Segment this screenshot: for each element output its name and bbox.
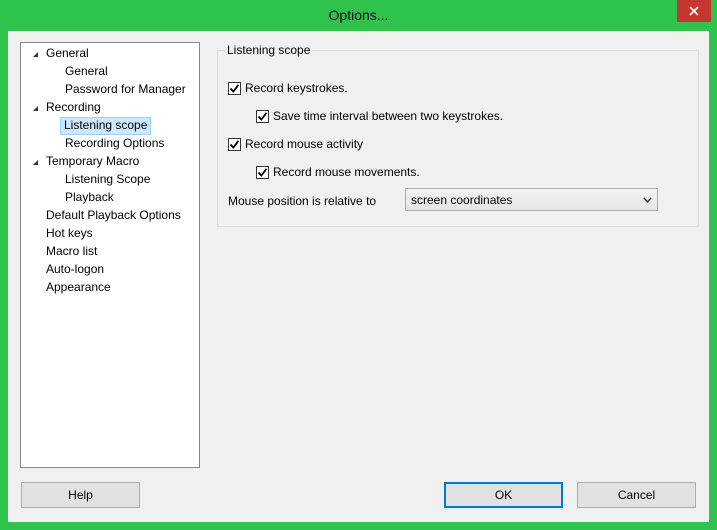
save-time-interval-checkbox[interactable] xyxy=(256,109,269,123)
checkbox-label: Save time interval between two keystroke… xyxy=(273,109,504,123)
checkmark-icon xyxy=(257,111,268,121)
tree-item-auto-logon[interactable]: Auto-logon xyxy=(21,261,199,279)
record-keystrokes-option[interactable]: Record keystrokes. xyxy=(228,80,348,96)
tree-item-temporary-listening-scope[interactable]: Listening Scope xyxy=(21,171,199,189)
window-title: Options... xyxy=(328,7,389,23)
tree-item-password-for-manager[interactable]: Password for Manager xyxy=(21,81,199,99)
tree-item-label: General xyxy=(65,64,108,78)
expanded-triangle-icon[interactable] xyxy=(30,99,40,117)
tree-item-label: Macro list xyxy=(46,244,98,258)
options-tree[interactable]: General General Password for Manager Rec… xyxy=(20,42,200,468)
tree-item-label: Appearance xyxy=(46,280,111,294)
expanded-triangle-icon[interactable] xyxy=(30,153,40,171)
tree-item-label: Auto-logon xyxy=(46,262,105,276)
tree-item-listening-scope[interactable]: Listening scope xyxy=(21,117,199,135)
record-mouse-movements-checkbox[interactable] xyxy=(256,165,269,179)
checkbox-label: Record mouse activity xyxy=(245,137,364,151)
chevron-down-icon xyxy=(643,197,652,204)
tree-item-recording-group[interactable]: Recording xyxy=(21,99,199,117)
options-window: Options... General General Password for … xyxy=(0,0,717,530)
record-mouse-activity-option[interactable]: Record mouse activity xyxy=(228,136,363,152)
select-value: screen coordinates xyxy=(411,193,513,207)
record-mouse-activity-checkbox[interactable] xyxy=(228,137,241,151)
checkbox-label: Record keystrokes. xyxy=(245,81,348,95)
mouse-position-select[interactable]: screen coordinates xyxy=(405,188,658,211)
tree-item-playback[interactable]: Playback xyxy=(21,189,199,207)
tree-item-label: Default Playback Options xyxy=(46,208,181,222)
close-button[interactable] xyxy=(677,0,711,22)
record-keystrokes-checkbox[interactable] xyxy=(228,81,241,95)
group-title: Listening scope xyxy=(225,42,313,58)
tree-item-macro-list[interactable]: Macro list xyxy=(21,243,199,261)
tree-item-label: General xyxy=(46,46,89,60)
tree-item-label: Password for Manager xyxy=(65,82,186,96)
help-button[interactable]: Help xyxy=(21,482,140,508)
tree-item-label: Temporary Macro xyxy=(46,154,140,168)
mouse-position-label: Mouse position is relative to xyxy=(228,194,377,208)
tree-item-hot-keys[interactable]: Hot keys xyxy=(21,225,199,243)
title-bar[interactable]: Options... xyxy=(0,0,717,31)
tree-item-general[interactable]: General xyxy=(21,63,199,81)
checkbox-label: Record mouse movements. xyxy=(273,165,420,179)
tree-item-label-selected: Listening scope xyxy=(60,117,152,135)
checkmark-icon xyxy=(229,83,240,93)
ok-button[interactable]: OK xyxy=(444,482,563,508)
tree-item-temporary-macro-group[interactable]: Temporary Macro xyxy=(21,153,199,171)
tree-item-label: Recording Options xyxy=(65,136,165,150)
tree-item-label: Recording xyxy=(46,100,101,114)
tree-item-default-playback-options[interactable]: Default Playback Options xyxy=(21,207,199,225)
tree-item-general-group[interactable]: General xyxy=(21,45,199,63)
cancel-button[interactable]: Cancel xyxy=(577,482,696,508)
save-time-interval-option[interactable]: Save time interval between two keystroke… xyxy=(256,108,503,124)
close-icon xyxy=(689,6,699,16)
dialog-body: General General Password for Manager Rec… xyxy=(8,31,709,522)
tree-item-label: Playback xyxy=(65,190,114,204)
checkmark-icon xyxy=(229,139,240,149)
checkmark-icon xyxy=(257,167,268,177)
record-mouse-movements-option[interactable]: Record mouse movements. xyxy=(256,164,420,180)
expanded-triangle-icon[interactable] xyxy=(30,45,40,63)
tree-item-label: Listening Scope xyxy=(65,172,151,186)
tree-item-label: Hot keys xyxy=(46,226,93,240)
tree-item-appearance[interactable]: Appearance xyxy=(21,279,199,297)
tree-item-recording-options[interactable]: Recording Options xyxy=(21,135,199,153)
